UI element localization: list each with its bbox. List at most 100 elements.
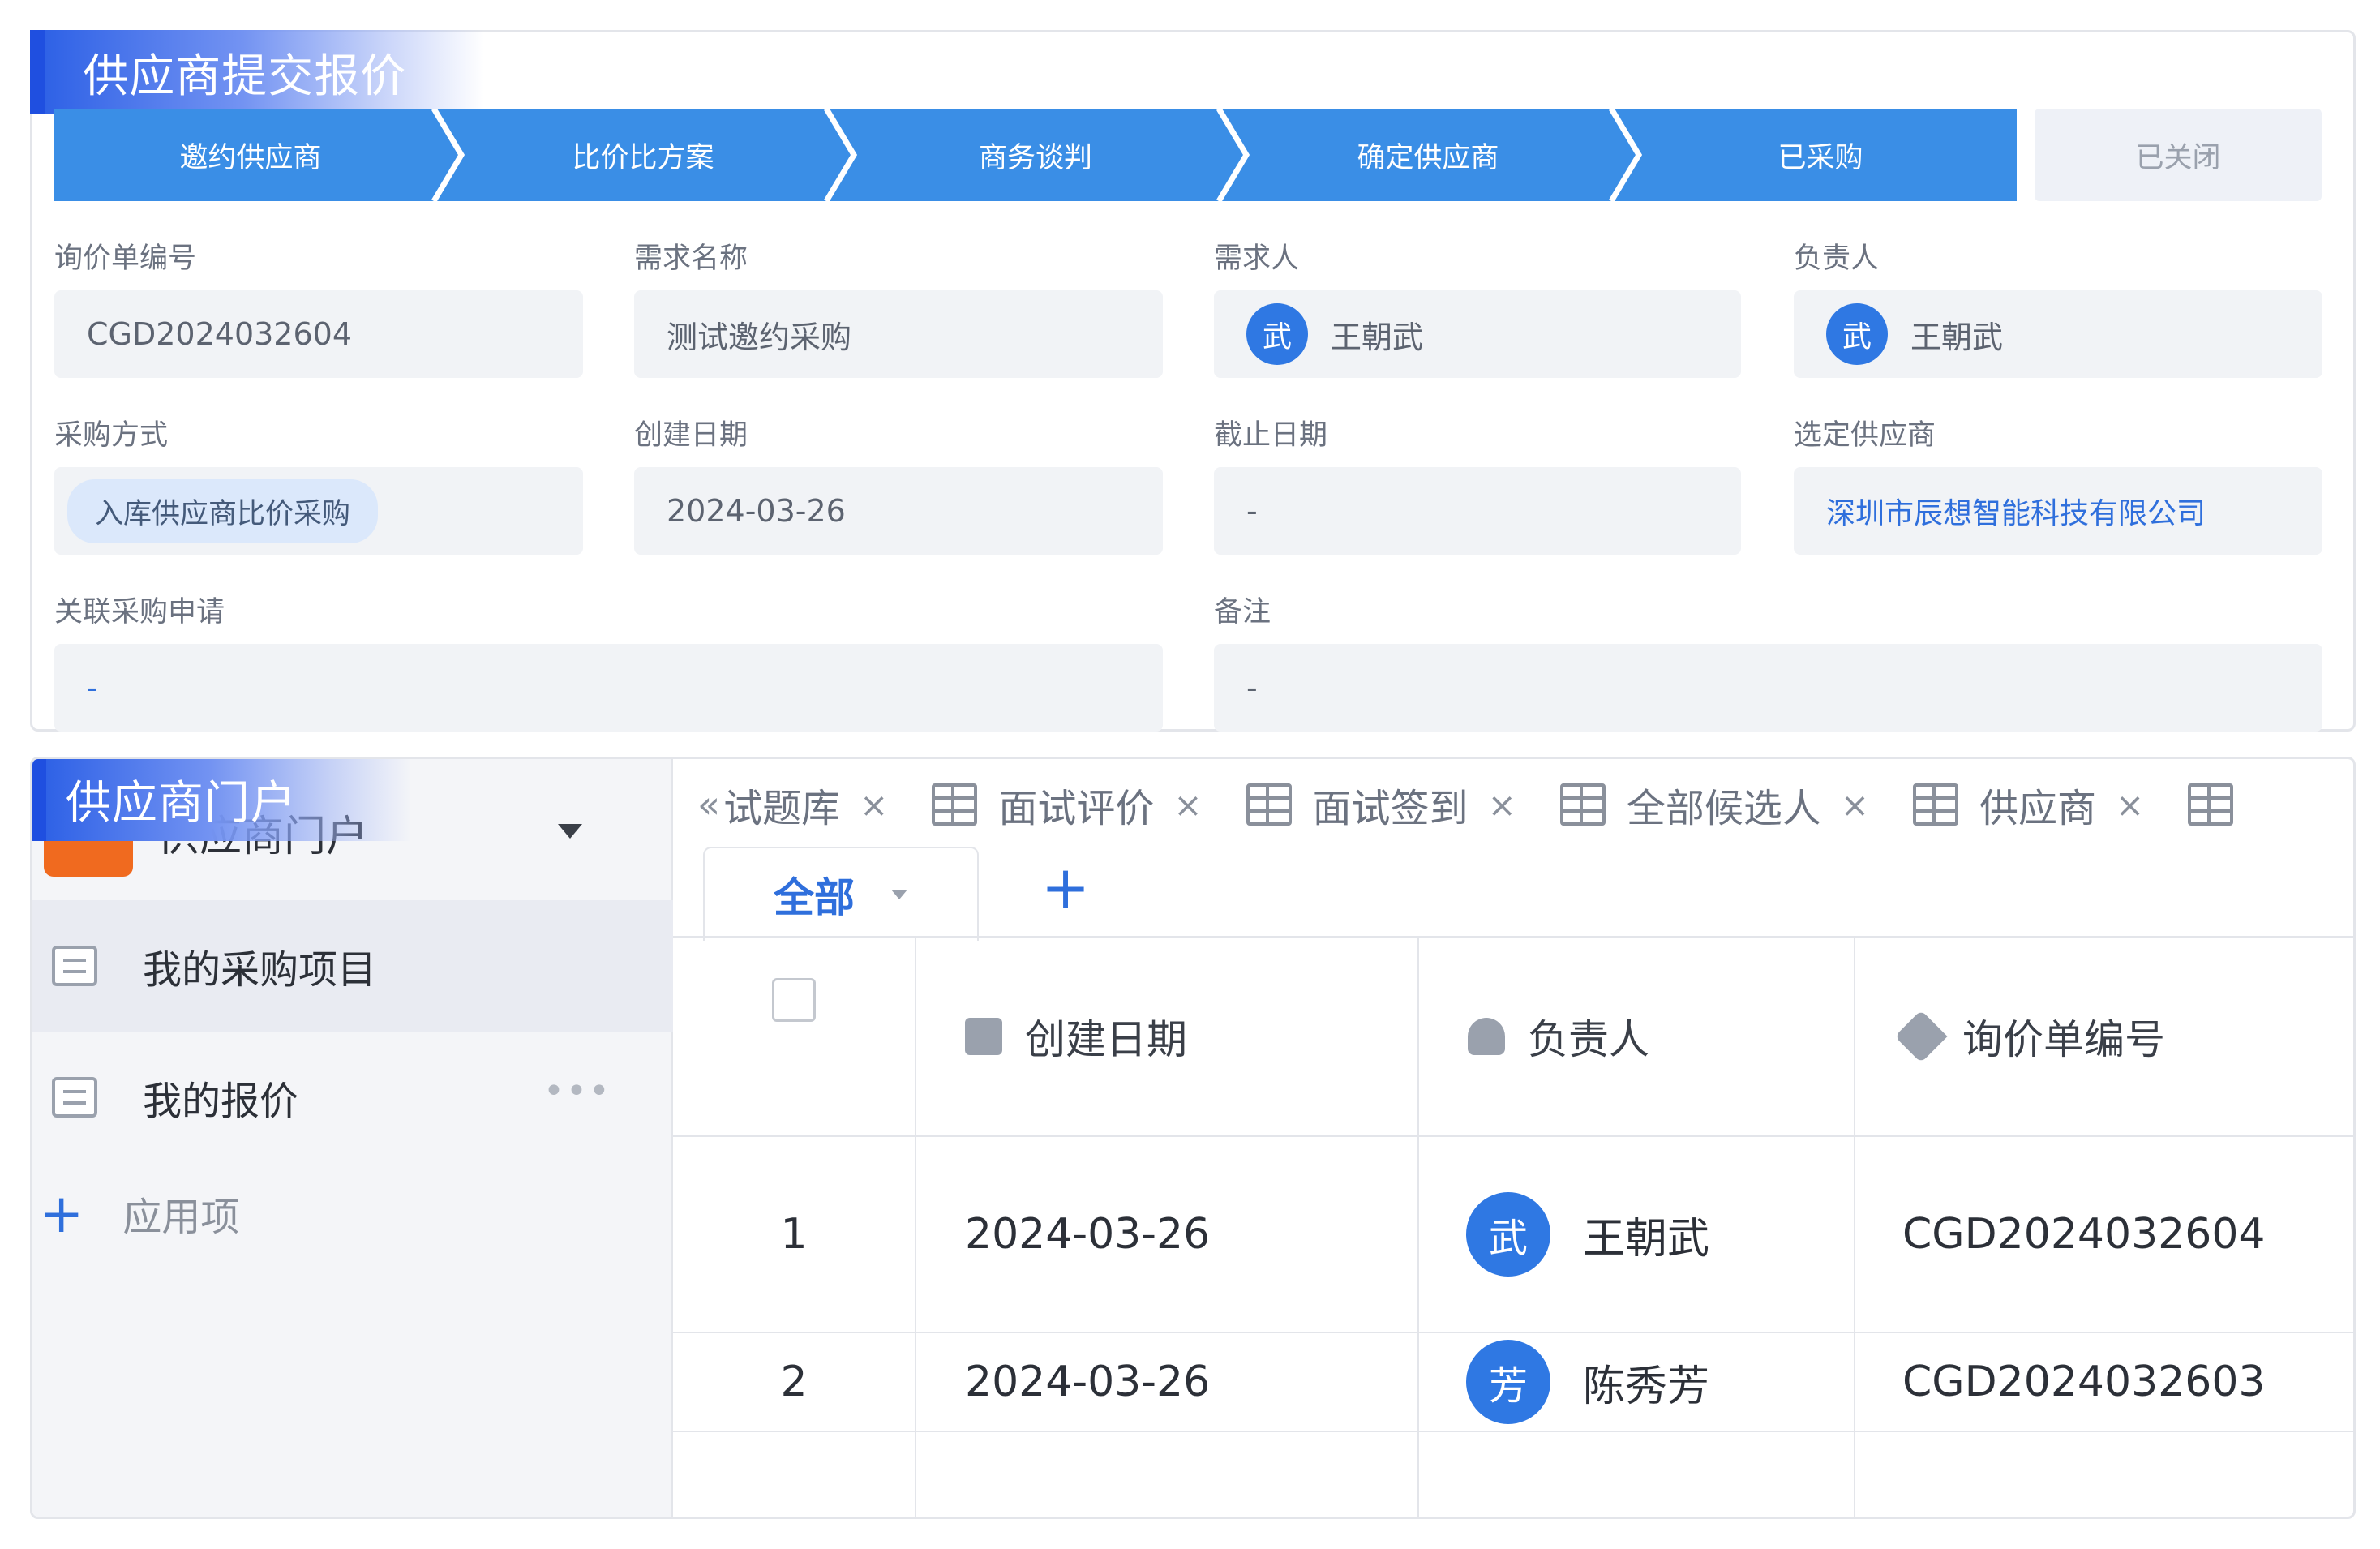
- close-icon[interactable]: ×: [2116, 785, 2144, 825]
- created-date-value: 2024-03-26: [667, 493, 846, 529]
- table-cell-owner[interactable]: 芳 陈秀芳: [1419, 1333, 1855, 1432]
- step-label: 邀约供应商: [179, 141, 322, 174]
- row-index: 2: [673, 1333, 916, 1432]
- tab-all-candidates[interactable]: 全部候选人 ×: [1559, 776, 1869, 833]
- remarks-value: -: [1246, 670, 1258, 706]
- tab-interview-evaluation[interactable]: 面试评价 ×: [932, 776, 1203, 833]
- close-icon[interactable]: ×: [1488, 785, 1516, 825]
- column-header-label: 询价单编号: [1962, 1016, 2165, 1063]
- close-icon[interactable]: ×: [1173, 785, 1202, 825]
- deadline-value: -: [1246, 493, 1258, 529]
- banner-title: 供应商提交报价: [45, 30, 484, 114]
- table-cell-inquiry-no[interactable]: CGD2024032604: [1855, 1137, 2353, 1333]
- selected-supplier-link[interactable]: 深圳市辰想智能科技有限公司: [1826, 490, 2206, 532]
- column-header-inquiry-no[interactable]: 询价单编号: [1855, 938, 2353, 1137]
- column-header-label: 负责人: [1528, 1016, 1649, 1063]
- selected-supplier-field[interactable]: 深圳市辰想智能科技有限公司: [1794, 467, 2322, 555]
- step-label: 商务谈判: [978, 141, 1092, 174]
- close-icon[interactable]: ×: [1841, 785, 1869, 825]
- empty-cell: [916, 1432, 1419, 1517]
- owner-name: 陈秀芳: [1583, 1362, 1710, 1411]
- caret-down-icon: [891, 890, 907, 899]
- selected-supplier-label: 选定供应商: [1794, 419, 1936, 452]
- step-confirm-supplier[interactable]: 确定供应商: [1232, 109, 1642, 201]
- inquiry-no-field[interactable]: CGD2024032604: [54, 290, 583, 378]
- add-view-button[interactable]: +: [1033, 853, 1098, 921]
- requester-name: 王朝武: [1331, 319, 1424, 355]
- avatar: 武: [1466, 1192, 1550, 1277]
- tab-more[interactable]: [2188, 783, 2254, 826]
- requester-label: 需求人: [1214, 242, 1300, 275]
- step-label: 已采购: [1777, 141, 1863, 174]
- banner-accent-bar: [32, 759, 46, 841]
- column-header-created-date[interactable]: 创建日期: [916, 938, 1419, 1137]
- related-request-value: -: [87, 670, 98, 706]
- created-date-field[interactable]: 2024-03-26: [634, 467, 1163, 555]
- step-business-negotiation[interactable]: 商务谈判: [839, 109, 1250, 201]
- tab-suppliers[interactable]: 供应商 ×: [1913, 776, 2144, 833]
- step-label: 确定供应商: [1357, 141, 1499, 174]
- view-tab-label: 全部: [774, 874, 855, 921]
- owner-name: 王朝武: [1910, 319, 2004, 355]
- owner-field[interactable]: 武 王朝武: [1794, 290, 2322, 378]
- chevron-down-icon[interactable]: [556, 822, 584, 840]
- chevron-right-icon: [431, 109, 465, 201]
- step-invite-suppliers[interactable]: 邀约供应商: [54, 109, 465, 201]
- remarks-field[interactable]: -: [1214, 644, 2322, 732]
- related-request-field[interactable]: -: [54, 644, 1163, 732]
- add-app-item-button[interactable]: + 应用项: [39, 1165, 239, 1262]
- view-tab-all[interactable]: 全部: [703, 847, 979, 941]
- table-icon: [1559, 783, 1606, 826]
- panel-banner: 供应商提交报价: [30, 30, 484, 114]
- sidebar-item-label: 我的报价: [143, 1079, 299, 1124]
- table-cell-created-date[interactable]: 2024-03-26: [916, 1137, 1419, 1333]
- select-all-checkbox[interactable]: [772, 978, 816, 1022]
- tab-label: 供应商: [1979, 786, 2097, 831]
- tab-label: 全部候选人: [1626, 786, 1821, 831]
- purchase-method-label: 采购方式: [54, 419, 169, 452]
- tab-question-bank[interactable]: « 试题库 ×: [697, 776, 888, 833]
- table-cell-owner[interactable]: 武 王朝武: [1419, 1137, 1855, 1333]
- column-header-owner[interactable]: 负责人: [1419, 938, 1855, 1137]
- sidebar-item-my-purchase-projects[interactable]: 我的采购项目: [32, 900, 673, 1032]
- inquiry-no-value: CGD2024032604: [87, 316, 353, 352]
- list-icon: [52, 1077, 97, 1118]
- more-icon[interactable]: •••: [543, 1071, 611, 1112]
- data-table: 创建日期 负责人 询价单编号 1 2024-03-26 武 王朝武 CGD202…: [673, 936, 2353, 1517]
- user-icon: [1468, 1018, 1505, 1055]
- progress-steps: 邀约供应商 比价比方案 商务谈判 确定供应商 已采购: [54, 109, 2017, 201]
- double-chevron-left-icon[interactable]: «: [697, 783, 720, 826]
- select-all-cell: [673, 938, 916, 1137]
- purchase-method-field[interactable]: 入库供应商比价采购: [54, 467, 583, 555]
- remarks-label: 备注: [1214, 596, 1271, 629]
- supplier-portal-panel: 供应商门户 我的采购项目 我的报价 ••• + 应用项 供应商门户 « 试题库 …: [30, 757, 2356, 1519]
- deadline-label: 截止日期: [1214, 419, 1328, 452]
- calendar-icon: [965, 1018, 1002, 1055]
- purchase-method-tag: 入库供应商比价采购: [67, 478, 379, 543]
- step-compare-plans[interactable]: 比价比方案: [447, 109, 857, 201]
- deadline-field[interactable]: -: [1214, 467, 1741, 555]
- banner-accent-bar: [30, 30, 46, 114]
- sidebar-item-my-quotes[interactable]: 我的报价 •••: [32, 1032, 673, 1163]
- sidebar: 供应商门户 我的采购项目 我的报价 ••• + 应用项: [32, 759, 673, 1517]
- avatar: 武: [1246, 303, 1308, 365]
- step-closed[interactable]: 已关闭: [2035, 109, 2322, 201]
- list-icon: [52, 946, 97, 986]
- tab-label: 试题库: [723, 786, 841, 831]
- requester-field[interactable]: 武 王朝武: [1214, 290, 1741, 378]
- column-header-label: 创建日期: [1025, 1016, 1187, 1063]
- table-cell-created-date[interactable]: 2024-03-26: [916, 1333, 1419, 1432]
- chevron-right-icon: [823, 109, 857, 201]
- demand-name-field[interactable]: 测试邀约采购: [634, 290, 1163, 378]
- inquiry-no-label: 询价单编号: [54, 242, 197, 275]
- tab-interview-checkin[interactable]: 面试签到 ×: [1246, 776, 1516, 833]
- empty-cell: [673, 1432, 916, 1517]
- step-purchased[interactable]: 已采购: [1624, 109, 2017, 201]
- chevron-right-icon: [1216, 109, 1250, 201]
- step-label: 比价比方案: [572, 141, 714, 174]
- table-cell-inquiry-no[interactable]: CGD2024032603: [1855, 1333, 2353, 1432]
- chevron-right-icon: [1608, 109, 1642, 201]
- avatar: 武: [1826, 303, 1888, 365]
- tag-icon: [1894, 1010, 1948, 1063]
- close-icon[interactable]: ×: [860, 785, 888, 825]
